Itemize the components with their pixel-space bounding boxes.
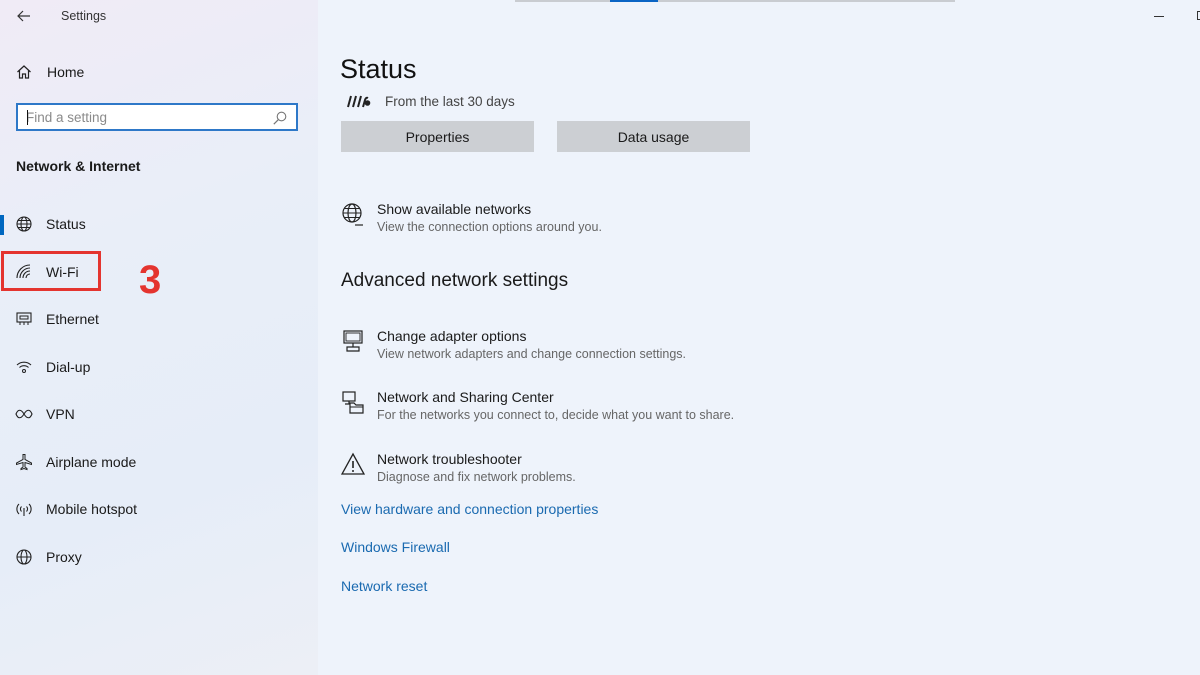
step-number-annotation: 3 <box>139 258 162 302</box>
vpn-icon <box>15 405 33 423</box>
sidebar-item-label: Proxy <box>46 549 82 565</box>
wifi-highlight-box <box>1 251 101 291</box>
setting-title: Network troubleshooter <box>377 451 522 467</box>
search-box[interactable] <box>16 103 298 131</box>
setting-description: For the networks you connect to, decide … <box>377 408 735 422</box>
sidebar: Settings Home Network & Internet Status <box>0 0 318 675</box>
back-button[interactable] <box>14 6 34 26</box>
data-usage-summary: From the last 30 days <box>345 91 515 111</box>
app-title: Settings <box>61 9 107 23</box>
setting-description: View network adapters and change connect… <box>377 347 686 361</box>
setting-description: Diagnose and fix network problems. <box>377 470 576 484</box>
top-scroll-indicator <box>515 0 955 2</box>
usage-period-text: From the last 30 days <box>385 93 515 109</box>
sidebar-item-ethernet[interactable]: Ethernet <box>0 297 318 341</box>
sidebar-item-status[interactable]: Status <box>0 202 318 246</box>
sidebar-item-label: Dial-up <box>46 359 91 375</box>
sidebar-item-label: VPN <box>46 406 75 422</box>
back-arrow-icon <box>17 10 30 22</box>
view-hardware-properties-link[interactable]: View hardware and connection properties <box>341 501 598 517</box>
globe-icon <box>342 203 363 226</box>
globe-icon <box>15 548 33 566</box>
dialup-icon <box>15 358 33 376</box>
network-reset-link[interactable]: Network reset <box>341 578 427 594</box>
sidebar-item-mobile-hotspot[interactable]: Mobile hotspot <box>0 487 318 531</box>
home-nav-item[interactable]: Home <box>16 61 84 83</box>
search-icon <box>273 111 287 125</box>
sidebar-item-proxy[interactable]: Proxy <box>0 535 318 579</box>
search-input[interactable] <box>26 108 266 126</box>
setting-title: Network and Sharing Center <box>377 389 554 405</box>
top-scroll-indicator-active <box>610 0 658 2</box>
sidebar-item-label: Status <box>46 216 86 232</box>
sidebar-item-label: Ethernet <box>46 311 99 327</box>
sidebar-item-dialup[interactable]: Dial-up <box>0 345 318 389</box>
sharing-center-icon <box>342 391 364 414</box>
setting-title: Show available networks <box>377 201 532 217</box>
home-icon <box>17 65 31 79</box>
adapter-icon <box>343 330 363 352</box>
ethernet-icon <box>15 310 33 328</box>
airplane-icon <box>15 453 33 471</box>
minimize-button[interactable] <box>1154 16 1164 17</box>
signal-icon <box>347 95 371 108</box>
text-caret <box>27 110 28 125</box>
setting-title: Change adapter options <box>377 328 527 344</box>
data-usage-button[interactable]: Data usage <box>557 121 750 152</box>
advanced-settings-heading: Advanced network settings <box>341 270 569 291</box>
settings-window: Settings Home Network & Internet Status <box>0 0 1200 675</box>
sidebar-item-vpn[interactable]: VPN <box>0 392 318 436</box>
globe-icon <box>15 215 33 233</box>
sidebar-item-label: Mobile hotspot <box>46 501 138 517</box>
page-title: Status <box>340 54 417 84</box>
windows-firewall-link[interactable]: Windows Firewall <box>341 539 450 555</box>
hotspot-icon <box>15 500 33 518</box>
sidebar-item-airplane-mode[interactable]: Airplane mode <box>0 440 318 484</box>
sidebar-item-label: Airplane mode <box>46 454 137 470</box>
home-label: Home <box>47 64 85 80</box>
properties-button[interactable]: Properties <box>341 121 534 152</box>
sidebar-section-title: Network & Internet <box>16 158 141 174</box>
main-content: Status From the last 30 days Properties … <box>318 0 1200 675</box>
setting-description: View the connection options around you. <box>377 220 602 234</box>
warning-icon <box>341 452 365 475</box>
